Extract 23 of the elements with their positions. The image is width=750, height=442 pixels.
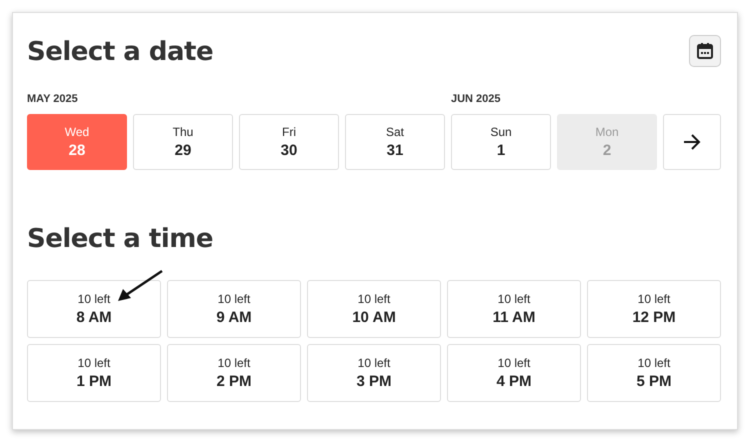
month-label: JUN 2025 bbox=[451, 93, 502, 105]
calendar-button[interactable] bbox=[689, 35, 721, 67]
time-slot-button[interactable]: 10 left 5 PM bbox=[587, 344, 721, 402]
time-slot-button[interactable]: 10 left 12 PM bbox=[587, 280, 721, 338]
date-button[interactable]: Sun 1 bbox=[451, 114, 551, 170]
pointer-arrow bbox=[116, 269, 164, 303]
date-button[interactable]: Sat 31 bbox=[345, 114, 445, 170]
month-label: MAY 2025 bbox=[27, 93, 79, 105]
next-button[interactable] bbox=[663, 114, 721, 170]
time-slot-button[interactable]: 10 left 10 AM bbox=[307, 280, 441, 338]
time-slot-button[interactable]: 10 left 8 AM bbox=[27, 280, 161, 338]
time-slot-button[interactable]: 10 left 1 PM bbox=[27, 344, 161, 402]
arrow-right-icon bbox=[683, 134, 701, 150]
time-slot-button[interactable]: 10 left 9 AM bbox=[167, 280, 301, 338]
time-slot-button[interactable]: 10 left 3 PM bbox=[307, 344, 441, 402]
date-button[interactable]: Fri 30 bbox=[239, 114, 339, 170]
section-title: Select a time bbox=[27, 224, 214, 254]
time-slot-button[interactable]: 10 left 11 AM bbox=[447, 280, 581, 338]
date-button[interactable]: Thu 29 bbox=[133, 114, 233, 170]
section-title: Select a date bbox=[27, 37, 214, 67]
time-slot-button[interactable]: 10 left 2 PM bbox=[167, 344, 301, 402]
time-slot-button[interactable]: 10 left 4 PM bbox=[447, 344, 581, 402]
calendar-icon bbox=[696, 42, 714, 60]
